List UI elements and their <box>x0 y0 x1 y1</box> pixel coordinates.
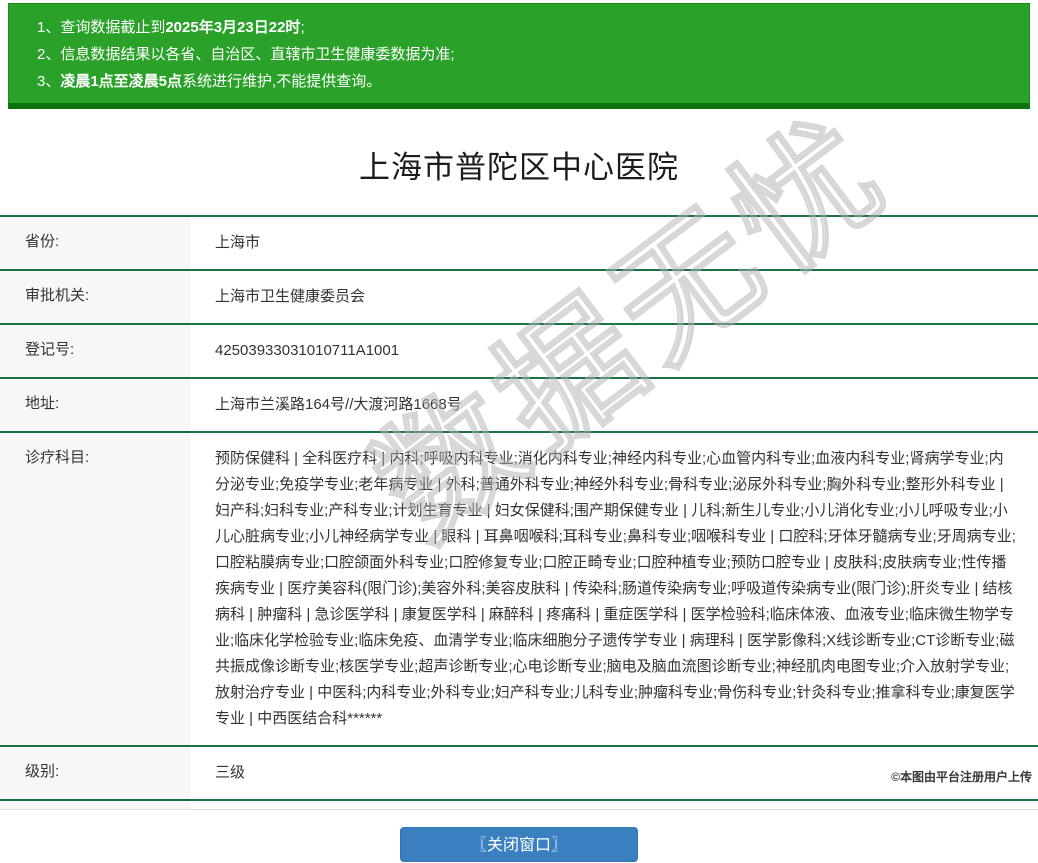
table-row-medical-subjects: 诊疗科目: 预防保健科 | 全科医疗科 | 内科;呼吸内科专业;消化内科专业;神… <box>0 433 1038 747</box>
notice-line-3-suffix: 系统进行维护,不能提供查询。 <box>182 73 382 90</box>
notice-line-1-bold: 2025年3月23日22时 <box>165 19 301 36</box>
table-row-level: 级别: 三级 <box>0 747 1038 801</box>
row-label: 登记号: <box>0 325 190 377</box>
row-label: 诊疗科目: <box>0 433 190 745</box>
notice-line-2-prefix: 2、信息数据结果以各省、自治区、直辖市卫生健康委数据为准; <box>37 46 455 63</box>
button-row: 〖关闭窗口〗 <box>0 827 1038 862</box>
stub-value-cell <box>190 801 1038 809</box>
notice-line-3-bold: 凌晨1点至凌晨5点 <box>60 73 183 90</box>
row-label: 审批机关: <box>0 271 190 323</box>
notice-line-2: 2、信息数据结果以各省、自治区、直辖市卫生健康委数据为准; <box>37 41 1014 68</box>
notice-line-1-suffix: ; <box>300 19 305 36</box>
table-row-province: 省份: 上海市 <box>0 217 1038 271</box>
notice-line-1-prefix: 1、查询数据截止到 <box>37 19 166 36</box>
page-title: 上海市普陀区中心医院 <box>359 150 679 185</box>
row-value: 上海市卫生健康委员会 <box>215 288 366 305</box>
table-row-address: 地址: 上海市兰溪路164号//大渡河路1668号 <box>0 379 1038 433</box>
row-value: 42503933031010711A1001 <box>215 342 400 359</box>
page: 1、查询数据截止到2025年3月23日22时; 2、信息数据结果以各省、自治区、… <box>0 3 1038 862</box>
upload-credit-watermark: ©本图由平台注册用户上传 <box>891 770 1032 784</box>
row-label: 省份: <box>0 217 190 269</box>
table-row-stub <box>0 801 1038 810</box>
notice-line-3: 3、凌晨1点至凌晨5点系统进行维护,不能提供查询。 <box>37 68 1014 95</box>
notice-banner: 1、查询数据截止到2025年3月23日22时; 2、信息数据结果以各省、自治区、… <box>8 3 1030 109</box>
close-window-button[interactable]: 〖关闭窗口〗 <box>400 827 638 862</box>
info-table: 省份: 上海市 审批机关: 上海市卫生健康委员会 登记号: 4250393303… <box>0 215 1038 810</box>
table-row-approval-authority: 审批机关: 上海市卫生健康委员会 <box>0 271 1038 325</box>
row-label: 地址: <box>0 379 190 431</box>
table-row-registration-number: 登记号: 42503933031010711A1001 <box>0 325 1038 379</box>
notice-line-3-prefix: 3、 <box>37 73 61 90</box>
row-label: 级别: <box>0 747 190 799</box>
row-value: 上海市 <box>215 234 261 251</box>
row-value: 上海市兰溪路164号//大渡河路1668号 <box>215 396 462 413</box>
stub-label-cell <box>0 801 190 809</box>
notice-line-1: 1、查询数据截止到2025年3月23日22时; <box>37 14 1014 41</box>
row-value: 预防保健科 | 全科医疗科 | 内科;呼吸内科专业;消化内科专业;神经内科专业;… <box>215 450 1016 727</box>
